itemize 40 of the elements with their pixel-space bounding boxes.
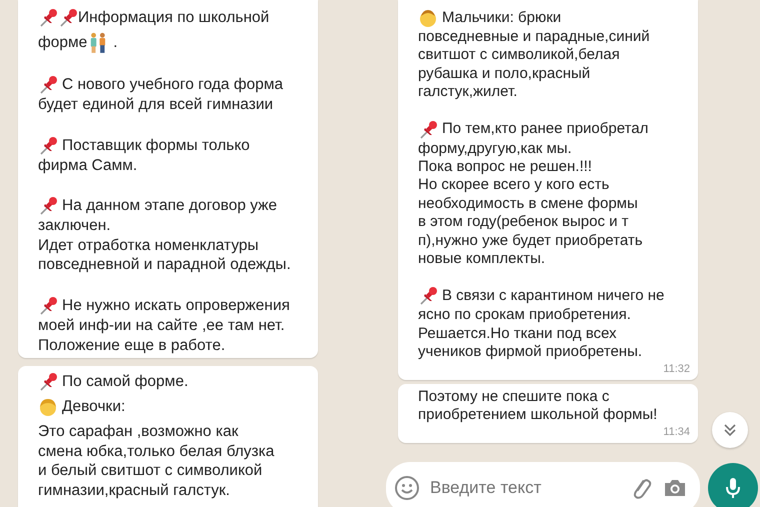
message-text: Поставщик формы только	[62, 136, 250, 156]
pin-icon	[38, 136, 58, 156]
double-chevron-icon	[723, 423, 737, 437]
message-text: будет единой для всей гимназии	[38, 95, 274, 115]
message-text: Не нужно искать опровержения	[62, 296, 290, 316]
message-text: форме	[38, 33, 88, 53]
message-text: моей инф-ии на сайте ,ее там нет. Положение еще в работе.	[38, 316, 286, 356]
message-time: 11:34	[662, 424, 690, 438]
message-text: фирма Самм.	[38, 156, 138, 176]
message-text: С нового учебного года форма	[62, 75, 284, 95]
message-text: На данном этапе договор уже	[62, 196, 278, 216]
scroll-down-button[interactable]	[712, 412, 748, 448]
boy-icon	[418, 8, 438, 28]
emoji-icon[interactable]	[394, 475, 420, 501]
message-text: Мальчики: брюки	[442, 8, 562, 28]
message-text: В связи с карантином ничего не	[442, 287, 664, 306]
message-text: Поэтому не спешите пока с приобретением школьной формы!	[418, 388, 658, 424]
microphone-icon	[724, 476, 742, 500]
message-text: повседневные и парадные,синий свитшот с символикой,белая рубашка и поло,красный галстук,жилет.	[418, 28, 651, 102]
microphone-button[interactable]	[708, 463, 758, 507]
pin-icon	[418, 286, 438, 306]
girl-icon	[38, 397, 58, 417]
message-text: заключен. Идет отработка номенклатуры повседневной и парадной одежды.	[38, 216, 292, 275]
message-text: ясно по срокам приобретения. Решается.Но ткани под всех учеников фирмой приобретены.	[418, 306, 644, 362]
pin-icon	[38, 8, 58, 28]
pin-icon	[38, 75, 58, 95]
message-text: По тем,кто ранее приобретал	[442, 120, 648, 139]
pin-icon	[58, 8, 78, 28]
message-text: форму,другую,как мы. Пока вопрос не решен.!!! Но скорее всего у кого есть необходимость в смене формы в этом году(ребенок вырос и т п),нужно уже будет приобретать новые комплекты.	[418, 140, 644, 268]
message-text: Информация по школьной	[78, 8, 270, 28]
pin-icon	[38, 196, 58, 216]
pin-icon	[38, 296, 58, 316]
message-text: .	[113, 33, 118, 53]
message-text: По самой форме.	[62, 372, 188, 392]
message-time: 11:32	[662, 362, 690, 376]
pin-icon	[418, 120, 438, 140]
message-text: Девочки:	[62, 397, 126, 417]
input-bar[interactable]: Введите текст	[386, 462, 700, 507]
pin-icon	[38, 372, 58, 392]
message-text: Это сарафан ,возможно как смена юбка,только белая блузка и белый свитшот с символикой гимназии,красный галстук.	[38, 422, 276, 500]
